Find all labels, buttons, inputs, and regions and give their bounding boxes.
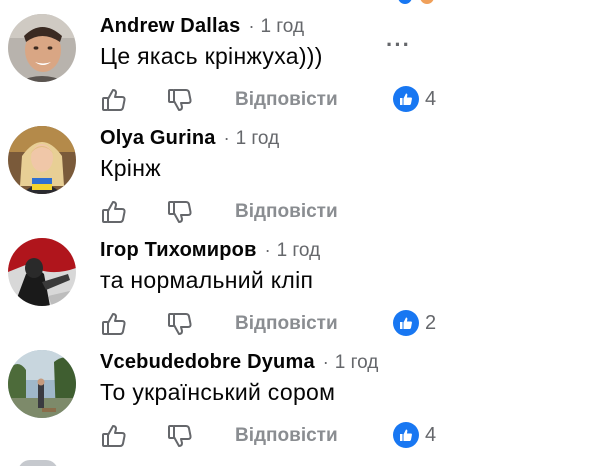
timestamp[interactable]: 1 год (236, 128, 280, 150)
comment-actions: Відповісти 4 (100, 422, 580, 450)
meta-separator: · (264, 240, 271, 260)
meta-separator: · (322, 352, 329, 372)
reaction-count: 2 (425, 311, 437, 334)
timestamp[interactable]: 1 год (277, 240, 321, 262)
comment-item: Vcebudedobre Dyuma · 1 год То українськи… (0, 336, 596, 448)
author-name[interactable]: Andrew Dallas (100, 15, 240, 38)
thumbs-up-icon[interactable] (100, 198, 128, 226)
comment-actions: Відповісти 2 (100, 310, 580, 338)
avatar[interactable] (8, 238, 76, 306)
avatar[interactable] (18, 460, 58, 466)
comment-meta: Ігор Тихомиров · 1 год (100, 239, 320, 262)
thumbs-up-icon[interactable] (100, 86, 128, 114)
comment-meta: Vcebudedobre Dyuma · 1 год (100, 351, 378, 374)
avatar-image (8, 350, 76, 418)
reaction-summary[interactable]: 2 (393, 310, 436, 336)
avatar[interactable] (8, 14, 76, 82)
comment-meta: Olya Gurina · 1 год (100, 127, 279, 150)
comment-text: То український сором (100, 379, 336, 405)
comment-item: Ігор Тихомиров · 1 год та нормальний клі… (0, 224, 596, 336)
more-options-icon[interactable]: ··· (386, 32, 411, 58)
thumbs-down-icon[interactable] (166, 198, 194, 226)
avatar-image (8, 14, 76, 82)
comment-text: Це якась крінжуха))) (100, 43, 323, 69)
reaction-count: 4 (425, 87, 437, 110)
comment-text: та нормальний кліп (100, 267, 314, 293)
timestamp[interactable]: 1 год (260, 16, 304, 38)
comment-item: Andrew Dallas · 1 год Це якась крінжуха)… (0, 0, 596, 112)
reaction-summary[interactable]: 4 (393, 86, 436, 112)
thumbs-down-icon[interactable] (166, 86, 194, 114)
author-name[interactable]: Ігор Тихомиров (100, 239, 257, 262)
reply-button[interactable]: Відповісти (235, 89, 338, 111)
meta-separator: · (248, 16, 255, 36)
timestamp[interactable]: 1 год (335, 352, 379, 374)
thumbs-down-icon[interactable] (166, 310, 194, 338)
reaction-summary[interactable]: 4 (393, 422, 436, 448)
like-reaction-icon (393, 86, 419, 112)
avatar-image (8, 238, 76, 306)
reply-button[interactable]: Відповісти (235, 313, 338, 335)
comment-thread: Andrew Dallas · 1 год Це якась крінжуха)… (0, 0, 596, 466)
avatar[interactable] (8, 126, 76, 194)
avatar[interactable] (8, 350, 76, 418)
author-name[interactable]: Olya Gurina (100, 127, 216, 150)
thumbs-up-icon[interactable] (100, 422, 128, 450)
comment-meta: Andrew Dallas · 1 год (100, 15, 304, 38)
comment-text: Крінж (100, 155, 161, 181)
reply-button[interactable]: Відповісти (235, 425, 338, 447)
like-reaction-icon (393, 422, 419, 448)
author-name[interactable]: Vcebudedobre Dyuma (100, 351, 315, 374)
thumbs-up-icon[interactable] (100, 310, 128, 338)
avatar-image (8, 126, 76, 194)
comment-item: Olya Gurina · 1 год Крінж Відповісти (0, 112, 596, 224)
meta-separator: · (223, 128, 230, 148)
comment-actions: Відповісти (100, 198, 580, 226)
like-reaction-icon (393, 310, 419, 336)
comment-actions: Відповісти 4 (100, 86, 580, 114)
reaction-count: 4 (425, 423, 437, 446)
thumbs-down-icon[interactable] (166, 422, 194, 450)
reply-button[interactable]: Відповісти (235, 201, 338, 223)
